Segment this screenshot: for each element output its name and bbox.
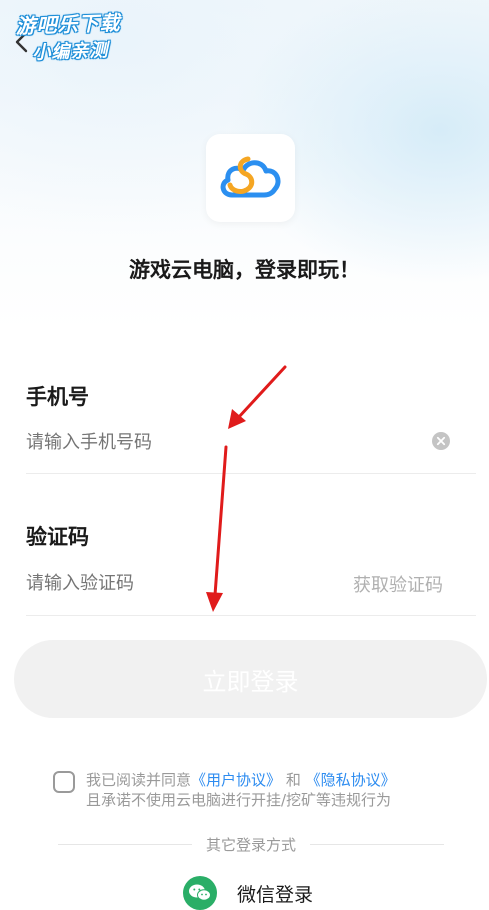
page-slogan: 游戏云电脑，登录即玩！ [129,258,360,282]
agreement-line2: 且承诺不使用云电脑进行开挂/挖矿等违规行为 [86,791,392,809]
get-code-button[interactable]: 获取验证码 [353,571,443,597]
phone-label: 手机号 [26,385,89,409]
cloud-logo-icon [220,156,280,198]
wechat-login-button[interactable]: 微信登录 [183,876,313,910]
agreement-text: 我已阅读并同意《用户协议》 和 《隐私协议》 且承诺不使用云电脑进行开挂/挖矿等… [86,770,466,810]
divider-line-left [58,843,192,845]
app-logo [206,134,295,222]
clear-circle-icon[interactable] [432,432,450,450]
watermark-line2: 小编亲测 [32,40,109,64]
login-button[interactable]: 立即登录 [14,640,487,718]
wechat-bubbles-icon [189,884,211,901]
other-login-divider: 其它登录方式 [58,834,445,854]
code-input[interactable] [26,569,326,597]
wechat-login-label: 微信登录 [237,883,314,906]
red-arrow-to-phone-input [228,365,287,429]
agreement-checkbox[interactable] [53,771,75,793]
wechat-icon[interactable] [183,876,217,910]
watermark-line1: 游吧乐下载 [15,10,121,39]
code-divider [26,615,476,616]
phone-divider [26,473,476,474]
user-agreement-link[interactable]: 《用户协议》 [191,771,281,789]
phone-input[interactable] [26,428,416,456]
watermark: 游吧乐下载 小编亲测 [9,6,151,71]
agreement-and: 和 [285,771,301,789]
code-label: 验证码 [26,525,89,549]
agreement-prefix: 我已阅读并同意 [86,771,192,789]
divider-line-right [310,843,445,845]
other-login-label: 其它登录方式 [206,835,297,854]
privacy-agreement-link[interactable]: 《隐私协议》 [306,771,396,789]
